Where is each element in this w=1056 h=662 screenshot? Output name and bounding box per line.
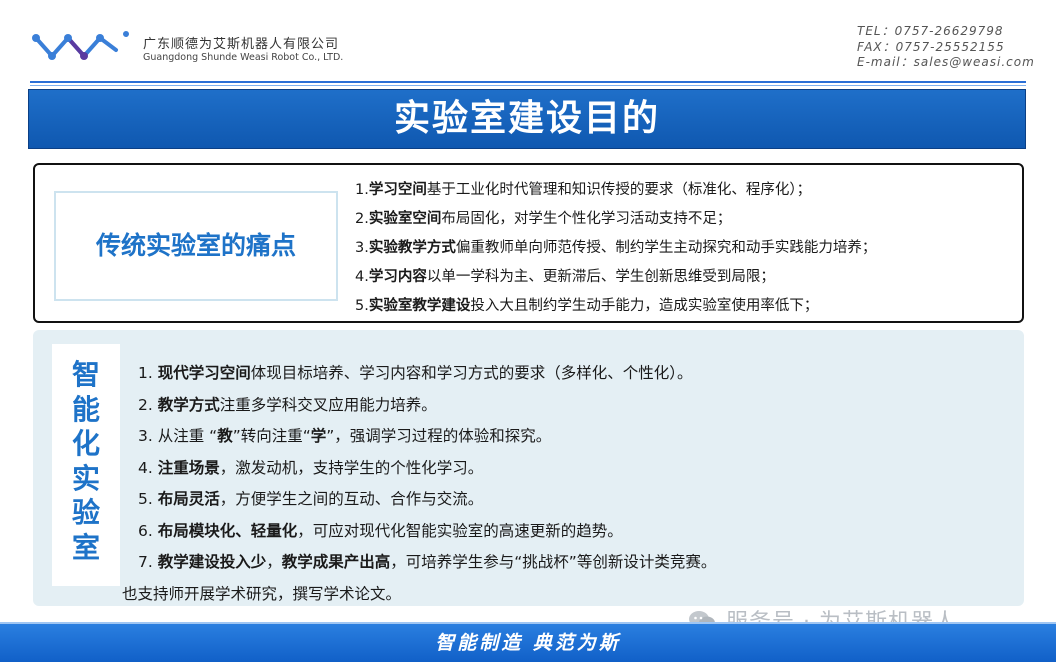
contact-info: TEL：0757-26629798 FAX：0757-25552155 E-ma… xyxy=(857,24,1035,71)
footer-slogan: 智能制造 典范为斯 xyxy=(0,624,1056,662)
list-item: 4. 注重场景，激发动机，支持学生的个性化学习。 xyxy=(138,458,484,477)
pain-point-list: 1.学习空间基于工业化时代管理和知识传授的要求（标准化、程序化）； 2.实验室空… xyxy=(355,176,876,321)
list-item: 1.学习空间基于工业化时代管理和知识传授的要求（标准化、程序化）； xyxy=(355,182,812,198)
company-name-cn: 广东顺德为艾斯机器人有限公司 xyxy=(143,37,340,52)
list-item: 5. 布局灵活，方便学生之间的互动、合作与交流。 xyxy=(138,490,484,508)
list-item: 5.实验室教学建设投入大且制约学生动手能力，造成实验室使用率低下； xyxy=(355,298,819,314)
email-text: E-mail：sales@weasi.com xyxy=(857,55,1035,69)
list-item: 1. 现代学习空间体现目标培养、学习内容和学习方式的要求（多样化、个性化）。 xyxy=(138,364,693,382)
header-divider xyxy=(30,81,1026,83)
list-item: 6. 布局模块化、轻量化，可应对现代化智能实验室的高速更新的趋势。 xyxy=(138,521,623,540)
list-item: 3. 从注重 “教”转向注重“学”，强调学习过程的体验和探究。 xyxy=(138,427,552,445)
company-logo xyxy=(32,31,129,60)
list-item: 4.学习内容以单一学科为主、更新滞后、学生创新思维受到局限； xyxy=(355,269,775,285)
header-divider-thin xyxy=(30,85,1026,86)
list-item: 2. 教学方式注重多学科交叉应用能力培养。 xyxy=(138,395,437,414)
list-item: 3.实验教学方式偏重教师单向师范传授、制约学生主动探究和动手实践能力培养； xyxy=(355,240,877,256)
company-name-en: Guangdong Shunde Weasi Robot Co., LTD. xyxy=(143,52,344,63)
fax-text: FAX：0757-25552155 xyxy=(857,39,1005,54)
smart-lab-label: 智能化实验室 xyxy=(52,344,120,586)
tel-text: TEL：0757-26629798 xyxy=(857,24,1004,38)
smart-lab-list: 1. 现代学习空间体现目标培养、学习内容和学习方式的要求（多样化、个性化）。 2… xyxy=(122,358,717,610)
traditional-lab-box: 传统实验室的痛点 1.学习空间基于工业化时代管理和知识传授的要求（标准化、程序化… xyxy=(33,163,1024,323)
smart-lab-panel: 智能化实验室 1. 现代学习空间体现目标培养、学习内容和学习方式的要求（多样化、… xyxy=(33,330,1024,606)
page-title: 实验室建设目的 xyxy=(28,89,1026,149)
list-item: 也支持师开展学术研究，撰写学术论文。 xyxy=(122,584,402,603)
list-item: 7. 教学建设投入少，教学成果产出高，可培养学生参与“挑战杯”等创新设计类竞赛。 xyxy=(138,553,717,571)
traditional-lab-label: 传统实验室的痛点 xyxy=(54,191,338,301)
list-item: 2.实验室空间布局固化，对学生个性化学习活动支持不足； xyxy=(355,211,732,227)
